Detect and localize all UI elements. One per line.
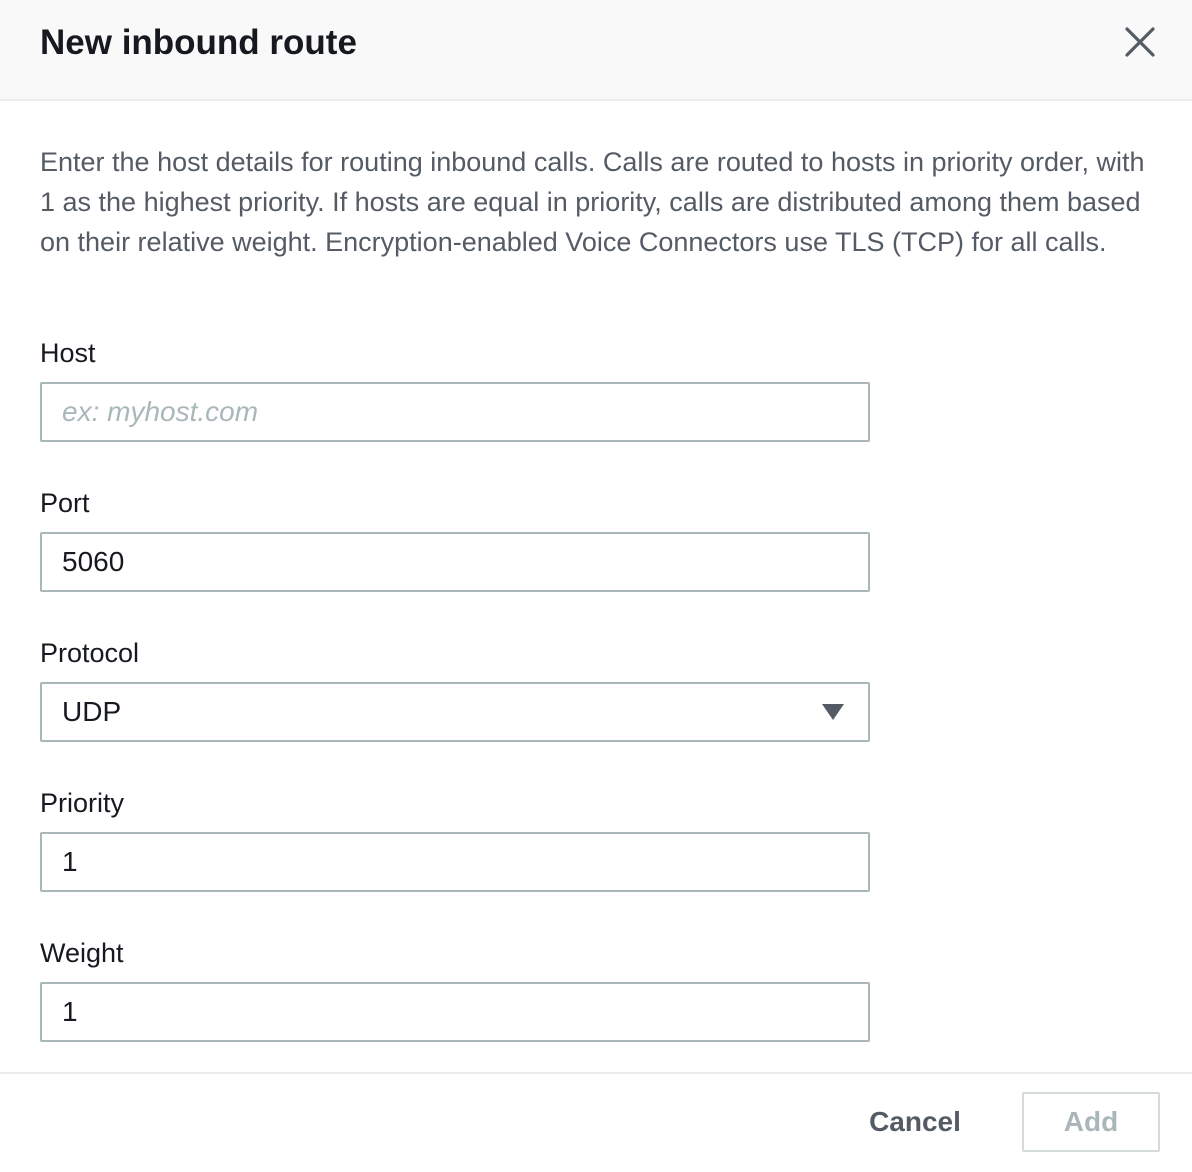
priority-input[interactable] (42, 834, 868, 890)
modal-header: New inbound route (0, 0, 1192, 101)
caret-down-icon (822, 704, 844, 720)
port-field (40, 532, 870, 592)
port-input[interactable] (42, 534, 868, 590)
footer-divider (0, 1072, 1192, 1074)
protocol-selected-value: UDP (62, 696, 122, 727)
port-label: Port (40, 488, 90, 518)
cancel-button[interactable]: Cancel (850, 1092, 980, 1152)
protocol-select[interactable]: UDP (40, 682, 870, 742)
modal-title: New inbound route (40, 23, 357, 62)
new-inbound-route-modal: New inbound route Enter the host details… (0, 0, 1192, 1172)
host-label: Host (40, 338, 96, 368)
close-icon (1125, 27, 1155, 57)
priority-label: Priority (40, 788, 125, 818)
close-button[interactable] (1118, 20, 1162, 64)
protocol-label: Protocol (40, 638, 140, 668)
host-field (40, 382, 870, 442)
weight-label: Weight (40, 938, 124, 968)
modal-description: Enter the host details for routing inbou… (40, 147, 1145, 257)
host-input[interactable] (42, 384, 868, 440)
weight-field (40, 982, 870, 1042)
add-button[interactable]: Add (1022, 1092, 1160, 1152)
weight-input[interactable] (42, 984, 868, 1040)
priority-field (40, 832, 870, 892)
